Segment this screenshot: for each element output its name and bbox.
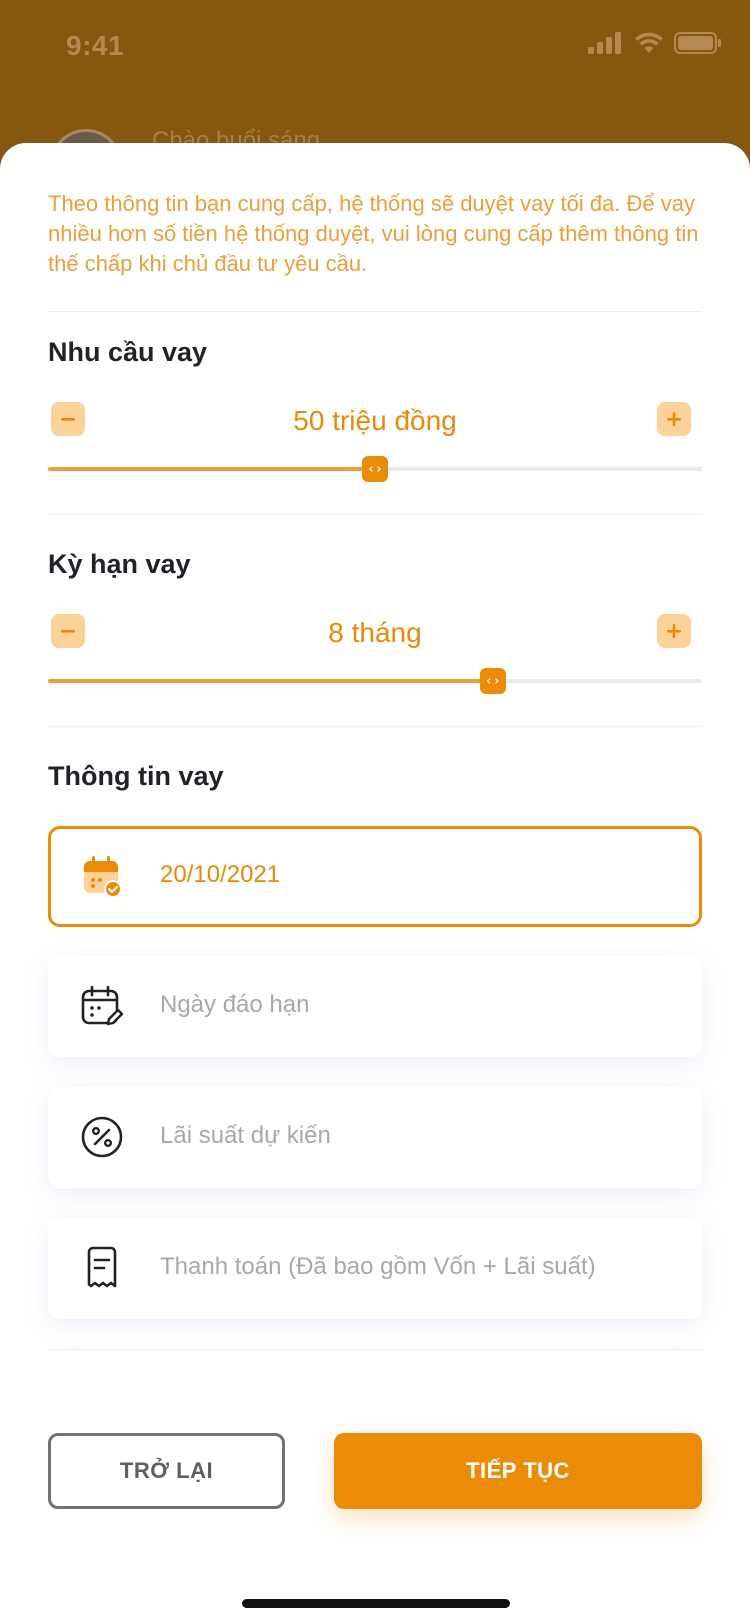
start-date-value: 20/10/2021: [160, 861, 281, 888]
plus-icon: [667, 624, 681, 638]
minus-icon: [61, 418, 75, 421]
loan-amount-slider-fill: [48, 467, 375, 471]
term-decrease-button[interactable]: [51, 614, 85, 648]
due-date-placeholder: Ngày đáo hạn: [160, 991, 310, 1018]
receipt-icon: [87, 1246, 117, 1288]
continue-button[interactable]: TIẾP TỤC: [334, 1433, 702, 1509]
divider: [48, 1349, 702, 1350]
loan-term-slider[interactable]: [48, 679, 702, 683]
status-bar: 9:41: [0, 0, 750, 96]
percent-icon: [81, 1116, 123, 1158]
start-date-field[interactable]: 20/10/2021: [48, 826, 702, 927]
calendar-edit-icon: [81, 985, 124, 1026]
loan-amount-title: Nhu cầu vay: [48, 337, 208, 367]
loan-amount-value: 50 triệu đồng: [293, 405, 457, 436]
loan-info-title: Thông tin vay: [48, 761, 224, 791]
loan-amount-slider-handle[interactable]: ‹›: [362, 456, 388, 482]
payment-field[interactable]: Thanh toán (Đã bao gồm Vốn + Lãi suất): [48, 1218, 702, 1319]
loan-notice: Theo thông tin bạn cung cấp, hệ thống sẽ…: [48, 191, 699, 276]
amount-increase-button[interactable]: [657, 402, 691, 436]
loan-term-slider-handle[interactable]: ‹›: [479, 668, 506, 694]
loan-term-title: Kỳ hạn vay: [48, 549, 191, 579]
status-time: 9:41: [66, 30, 125, 61]
divider: [48, 726, 702, 727]
cellular-signal-icon: [588, 32, 621, 54]
back-button[interactable]: TRỞ LẠI: [48, 1433, 285, 1509]
payment-placeholder: Thanh toán (Đã bao gồm Vốn + Lãi suất): [160, 1253, 596, 1280]
plus-icon: [667, 412, 681, 426]
wifi-icon: [635, 32, 663, 53]
divider: [48, 514, 702, 515]
loan-term-value: 8 tháng: [328, 617, 422, 648]
interest-rate-placeholder: Lãi suất dự kiến: [160, 1122, 331, 1149]
minus-icon: [61, 630, 75, 633]
interest-rate-field[interactable]: Lãi suất dự kiến: [48, 1087, 702, 1188]
loan-term-slider-fill: [48, 679, 493, 683]
home-indicator: [242, 1599, 510, 1608]
term-increase-button[interactable]: [657, 614, 691, 648]
amount-decrease-button[interactable]: [51, 402, 85, 436]
calendar-check-icon: [84, 856, 122, 898]
status-icons: [588, 32, 722, 54]
due-date-field[interactable]: Ngày đáo hạn: [48, 956, 702, 1057]
loan-bottom-sheet: Theo thông tin bạn cung cấp, hệ thống sẽ…: [0, 143, 750, 1624]
battery-icon: [674, 32, 721, 54]
divider: [48, 311, 702, 312]
